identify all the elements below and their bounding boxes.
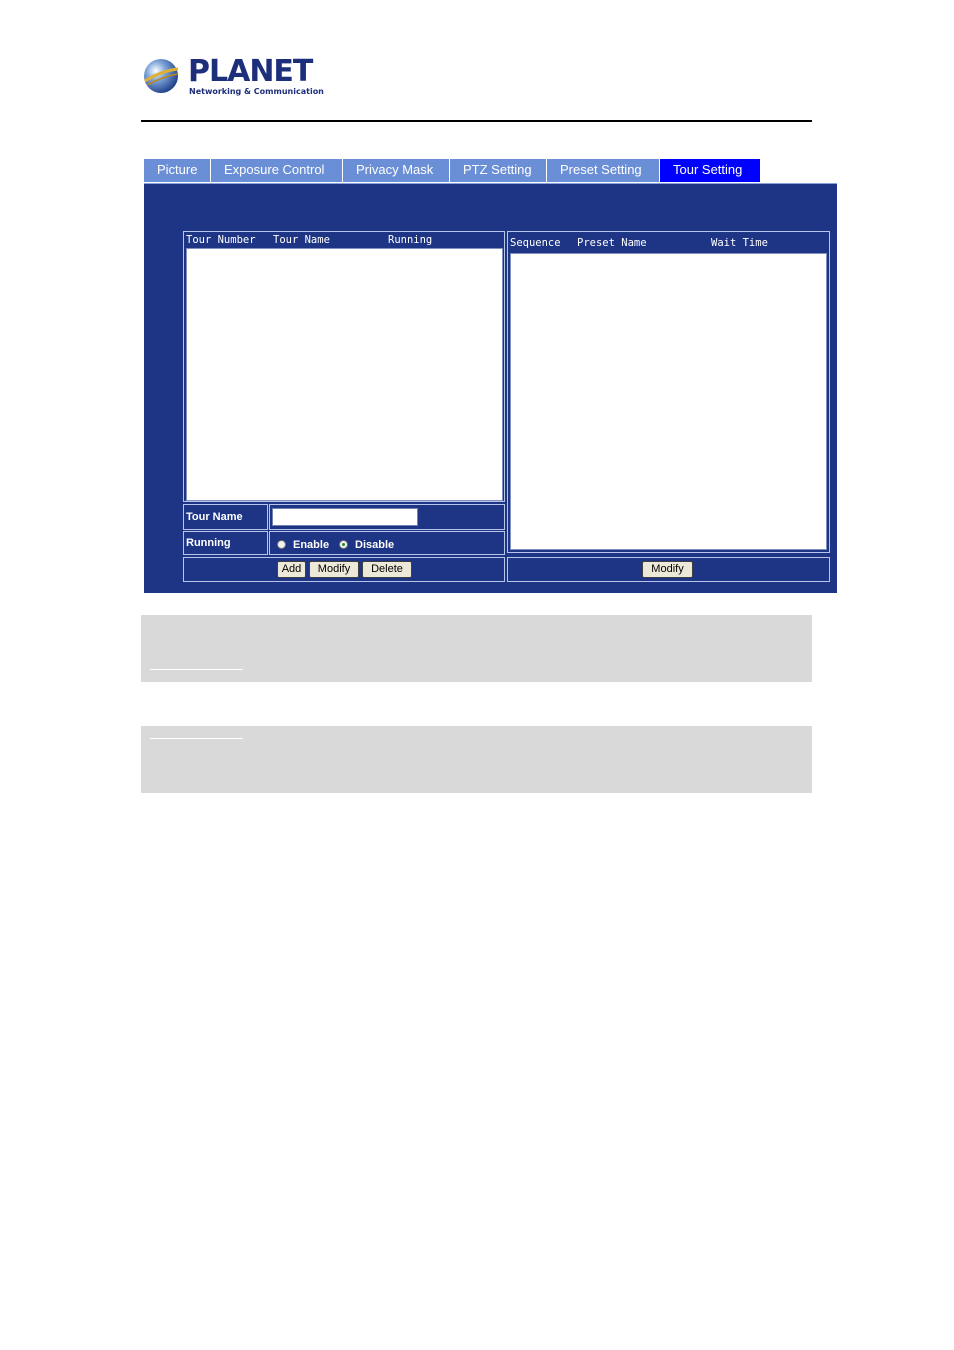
note-box-1: [141, 615, 812, 682]
brand-tagline: Networking & Communication: [189, 87, 324, 96]
sequence-modify-button[interactable]: Modify: [642, 561, 693, 578]
tab-picture[interactable]: Picture: [144, 159, 211, 182]
sequence-list[interactable]: [510, 253, 827, 550]
note-divider: [150, 738, 243, 739]
brand-name: PLANET: [188, 54, 313, 89]
column-header-preset-name: Preset Name: [577, 237, 647, 249]
settings-tabs: Picture Exposure Control Privacy Mask PT…: [144, 159, 761, 182]
tour-name-input[interactable]: [272, 508, 418, 526]
disable-label: Disable: [355, 539, 395, 551]
tab-tour-setting[interactable]: Tour Setting: [660, 159, 761, 182]
column-header-sequence: Sequence: [510, 237, 561, 249]
disable-radio[interactable]: [339, 540, 348, 549]
enable-label: Enable: [293, 539, 330, 551]
add-button[interactable]: Add: [277, 561, 306, 578]
tab-exposure-control[interactable]: Exposure Control: [211, 159, 343, 182]
column-header-tour-number: Tour Number: [186, 234, 256, 246]
tab-preset-setting[interactable]: Preset Setting: [547, 159, 660, 182]
column-header-wait-time: Wait Time: [711, 237, 768, 249]
tour-setting-panel: Tour Number Tour Name Running Tour Name …: [144, 183, 837, 593]
note-divider: [150, 669, 243, 670]
running-label: Running: [186, 537, 231, 549]
note-box-2: [141, 726, 812, 793]
column-header-running: Running: [388, 234, 433, 246]
tab-ptz-setting[interactable]: PTZ Setting: [450, 159, 547, 182]
tour-name-label: Tour Name: [186, 511, 243, 523]
enable-radio[interactable]: [277, 540, 286, 549]
column-header-tour-name: Tour Name: [273, 234, 330, 246]
globe-icon: [144, 59, 179, 93]
tour-list[interactable]: [186, 248, 503, 501]
header-divider: [141, 120, 812, 122]
modify-button[interactable]: Modify: [309, 561, 359, 578]
planet-logo: PLANET Networking & Communication: [142, 55, 324, 101]
tab-privacy-mask[interactable]: Privacy Mask: [343, 159, 450, 182]
delete-button[interactable]: Delete: [362, 561, 412, 578]
